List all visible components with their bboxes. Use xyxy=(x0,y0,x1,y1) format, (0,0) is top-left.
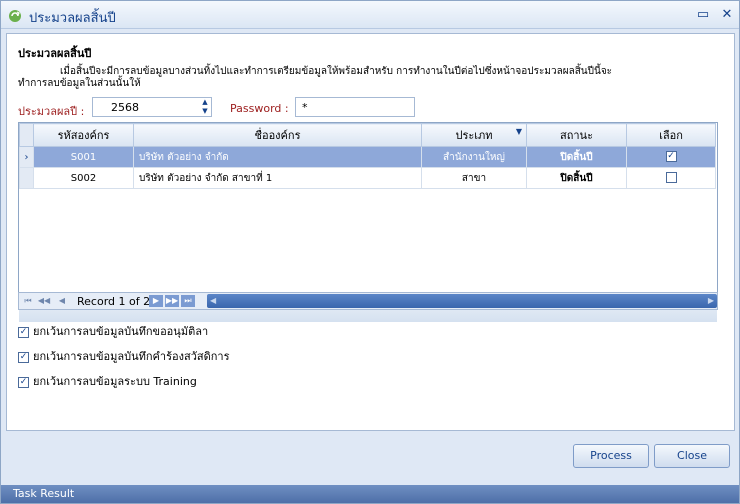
spin-down-icon[interactable]: ▼ xyxy=(199,107,211,116)
horizontal-scrollbar[interactable]: ◀ ▶ xyxy=(207,294,717,308)
scroll-left-icon[interactable]: ◀ xyxy=(210,294,216,308)
option-checkbox[interactable]: ✓ xyxy=(18,351,29,363)
scroll-right-icon[interactable]: ▶ xyxy=(708,294,714,308)
year-spinner[interactable]: 2568 ▲ ▼ xyxy=(92,97,212,117)
row-pointer-icon: › xyxy=(19,146,34,168)
cell-select[interactable] xyxy=(626,167,716,189)
column-header-code[interactable]: รหัสองค์กร xyxy=(33,123,134,147)
recycle-icon xyxy=(7,7,23,23)
filter-icon[interactable]: ▼ xyxy=(516,127,522,136)
password-label: Password : xyxy=(230,102,289,115)
cell-type[interactable]: สาขา xyxy=(421,167,527,189)
prev-record-icon[interactable]: ◀ xyxy=(55,295,69,307)
last-record-icon[interactable]: ⏭ xyxy=(181,295,195,307)
cell-type[interactable]: สำนักงานใหญ่ xyxy=(421,146,527,168)
year-value: 2568 xyxy=(111,101,139,114)
cell-name[interactable]: บริษัท ตัวอย่าง จำกัด xyxy=(133,146,422,168)
option-exclude-welfare[interactable]: ✓ ยกเว้นการลบข้อมูลบันทึกคำร้องสวัสดิการ xyxy=(18,347,229,365)
table-row[interactable]: S002 บริษัท ตัวอย่าง จำกัด สาขาที่ 1 สาข… xyxy=(19,167,716,189)
option-label: ยกเว้นการลบข้อมูลบันทึกขออนุมัติลา xyxy=(33,325,209,338)
record-navigator: ⏮ ◀◀ ◀ Record 1 of 2 ▶ ▶▶ ⏭ ◀ ▶ xyxy=(18,292,718,310)
cell-select[interactable]: ✓ xyxy=(626,146,716,168)
record-counter: Record 1 of 2 xyxy=(77,295,151,308)
cell-status[interactable]: ปิดสิ้นปี xyxy=(526,146,627,168)
organization-grid: รหัสองค์กร ชื่อองค์กร ประเภท ▼ สถานะ เลื… xyxy=(18,122,718,322)
close-icon[interactable]: ✕ xyxy=(719,7,735,23)
option-exclude-leave[interactable]: ✓ ยกเว้นการลบข้อมูลบันทึกขออนุมัติลา xyxy=(18,322,208,340)
option-exclude-training[interactable]: ✓ ยกเว้นการลบข้อมูลระบบ Training xyxy=(18,372,197,390)
option-checkbox[interactable]: ✓ xyxy=(18,376,29,388)
row-checkbox[interactable]: ✓ xyxy=(665,151,677,163)
next-page-icon[interactable]: ▶▶ xyxy=(165,295,179,307)
table-row[interactable]: › S001 บริษัท ตัวอย่าง จำกัด สำนักงานใหญ… xyxy=(19,146,716,168)
column-header-select[interactable]: เลือก xyxy=(626,123,716,147)
option-label: ยกเว้นการลบข้อมูลบันทึกคำร้องสวัสดิการ xyxy=(33,350,230,363)
row-indicator-header xyxy=(19,123,34,147)
process-button[interactable]: Process xyxy=(573,444,649,468)
close-button[interactable]: Close xyxy=(654,444,730,468)
first-record-icon[interactable]: ⏮ xyxy=(21,295,35,307)
cell-name[interactable]: บริษัท ตัวอย่าง จำกัด สาขาที่ 1 xyxy=(133,167,422,189)
option-checkbox[interactable]: ✓ xyxy=(18,326,29,338)
section-heading: ประมวลผลสิ้นปี xyxy=(18,47,92,60)
dialog-window: ประมวลผลสิ้นปี ▭ ✕ ประมวลผลสิ้นปี เมื่อส… xyxy=(0,0,740,504)
cell-code[interactable]: S001 xyxy=(33,146,134,168)
row-checkbox[interactable] xyxy=(665,172,677,184)
column-header-type[interactable]: ประเภท ▼ xyxy=(421,123,527,147)
column-header-status[interactable]: สถานะ xyxy=(526,123,627,147)
minimize-icon[interactable]: ▭ xyxy=(695,7,711,23)
year-spin-buttons[interactable]: ▲ ▼ xyxy=(199,98,211,116)
password-input[interactable]: * xyxy=(295,97,415,117)
window-title: ประมวลผลสิ้นปี xyxy=(29,11,116,26)
cell-status[interactable]: ปิดสิ้นปี xyxy=(526,167,627,189)
row-indicator xyxy=(19,167,34,189)
title-bar[interactable]: ประมวลผลสิ้นปี ▭ ✕ xyxy=(1,1,739,29)
column-header-name[interactable]: ชื่อองค์กร xyxy=(133,123,422,147)
description-text: เมื่อสิ้นปีจะมีการลบข้อมูลบางส่วนทิ้งไปแ… xyxy=(18,66,613,89)
year-label: ประมวลผลปี : xyxy=(18,105,85,118)
task-result-bar[interactable]: Task Result xyxy=(1,485,739,503)
option-label: ยกเว้นการลบข้อมูลระบบ Training xyxy=(33,375,197,388)
prev-page-icon[interactable]: ◀◀ xyxy=(37,295,51,307)
cell-code[interactable]: S002 xyxy=(33,167,134,189)
spin-up-icon[interactable]: ▲ xyxy=(199,98,211,107)
next-record-icon[interactable]: ▶ xyxy=(149,295,163,307)
main-panel: ประมวลผลสิ้นปี เมื่อสิ้นปีจะมีการลบข้อมู… xyxy=(6,33,735,431)
